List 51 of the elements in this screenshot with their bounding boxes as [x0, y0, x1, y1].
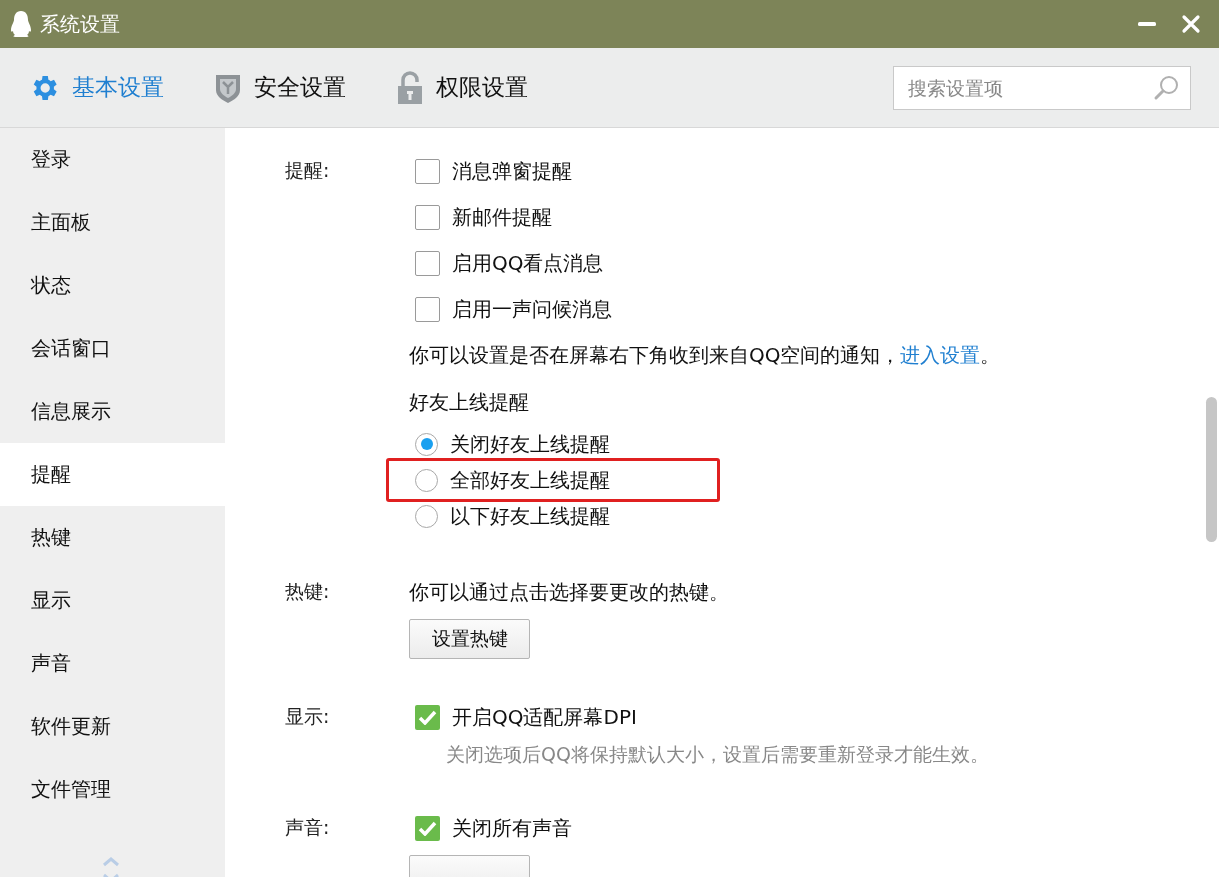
scrollbar-thumb[interactable]	[1206, 397, 1217, 542]
settings-tab[interactable]: 安全设置	[214, 71, 346, 104]
sidebar-item[interactable]: 声音	[0, 632, 225, 695]
checkbox-label: 开启QQ适配屏幕DPI	[452, 703, 637, 731]
description-text: 你可以通过点击选择要更改的热键。	[409, 578, 729, 606]
radio-button[interactable]	[415, 468, 438, 492]
checkbox[interactable]	[415, 296, 440, 322]
radio-label: 以下好友上线提醒	[450, 502, 610, 530]
hint-text: 关闭选项后QQ将保持默认大小，设置后需要重新登录才能生效。	[445, 742, 989, 767]
section-label: 提醒:	[285, 158, 331, 183]
radio-button[interactable]	[415, 432, 438, 456]
checkbox[interactable]	[415, 204, 440, 230]
sidebar-item[interactable]: 文件管理	[0, 758, 225, 821]
hotkey-button[interactable]: 设置热键	[409, 619, 530, 659]
checkbox-label: 新邮件提醒	[452, 203, 552, 231]
checkbox-label: 关闭所有声音	[452, 814, 572, 842]
search-icon	[1153, 73, 1181, 102]
checkbox[interactable]	[415, 815, 440, 841]
settings-tab[interactable]: 权限设置	[396, 70, 528, 105]
checkbox-label: 消息弹窗提醒	[452, 157, 572, 185]
sidebar-item[interactable]: 会话窗口	[0, 317, 225, 380]
lock-icon	[396, 70, 424, 105]
checkbox-label: 启用QQ看点消息	[452, 249, 604, 277]
checkbox[interactable]	[415, 158, 440, 184]
sidebar-item[interactable]: 提醒	[0, 443, 225, 506]
subheading: 好友上线提醒	[409, 388, 530, 416]
radio-button[interactable]	[415, 504, 438, 528]
radio-label: 关闭好友上线提醒	[450, 430, 610, 458]
section-label: 热键:	[285, 579, 331, 604]
section-label: 显示:	[285, 704, 331, 729]
penguin-icon	[10, 10, 32, 38]
settings-link[interactable]: 进入设置	[900, 342, 981, 367]
checkbox-label: 启用一声问候消息	[452, 295, 612, 323]
sidebar-item[interactable]: 登录	[0, 128, 225, 191]
search-field[interactable]: 搜索设置项	[893, 65, 1191, 110]
scroll-arrows-icon[interactable]	[101, 855, 121, 877]
sidebar-item[interactable]: 显示	[0, 569, 225, 632]
section-label: 声音:	[285, 815, 331, 840]
description-text: 你可以设置是否在屏幕右下角收到来自QQ空间的通知，进入设置。	[409, 341, 1001, 369]
sidebar-item[interactable]: 状态	[0, 254, 225, 317]
sidebar-item[interactable]: 软件更新	[0, 695, 225, 758]
close-icon	[1181, 14, 1201, 34]
sidebar-item[interactable]: 主面板	[0, 191, 225, 254]
sidebar-item[interactable]: 信息展示	[0, 380, 225, 443]
minimize-icon	[1138, 22, 1156, 26]
checkbox[interactable]	[415, 250, 440, 276]
sidebar-item[interactable]: 热键	[0, 506, 225, 569]
settings-tab[interactable]: 基本设置	[28, 71, 164, 104]
window-title: 系统设置	[40, 10, 121, 38]
checkbox[interactable]	[415, 704, 440, 730]
radio-label: 全部好友上线提醒	[450, 466, 610, 494]
